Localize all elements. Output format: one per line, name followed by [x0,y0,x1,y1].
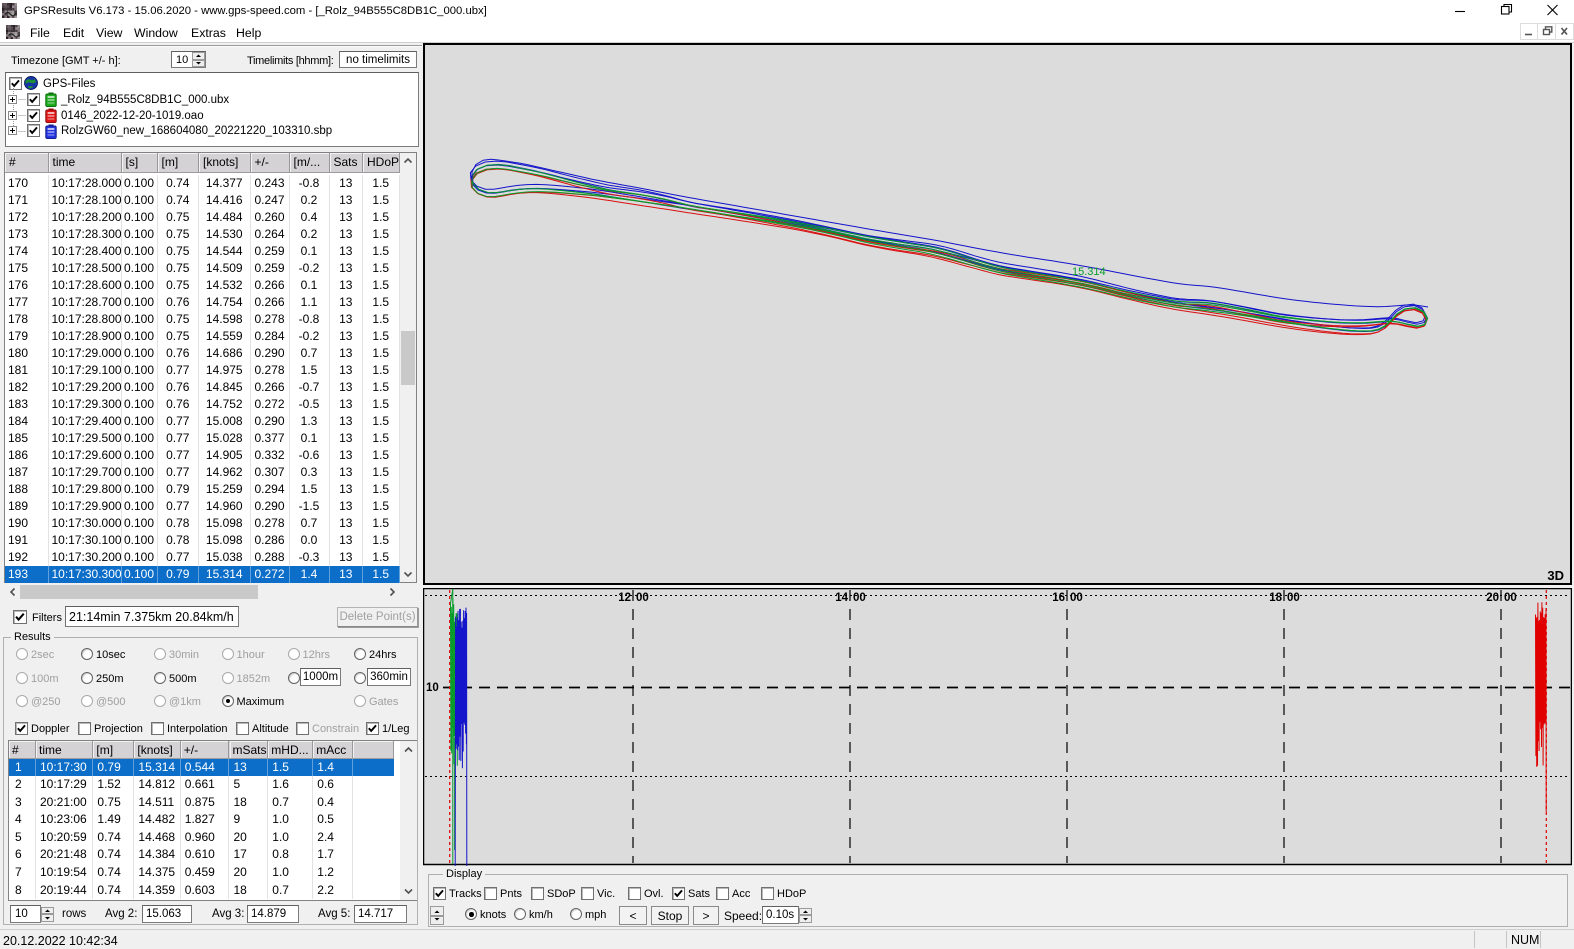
svg-text:00: 00 [636,592,649,604]
svg-text:00: 00 [853,592,866,604]
svg-text:00: 00 [1070,592,1083,604]
svg-text:10: 10 [426,682,439,694]
svg-text:14: 14 [835,592,848,604]
svg-text:16: 16 [1052,592,1065,604]
svg-text:12: 12 [618,592,631,604]
svg-text:15.314: 15.314 [1072,266,1106,278]
svg-text:00: 00 [1287,592,1300,604]
svg-text:3D: 3D [1547,568,1564,583]
svg-text:18: 18 [1269,592,1282,604]
svg-text:00: 00 [1504,592,1517,604]
svg-text:20: 20 [1486,592,1499,604]
